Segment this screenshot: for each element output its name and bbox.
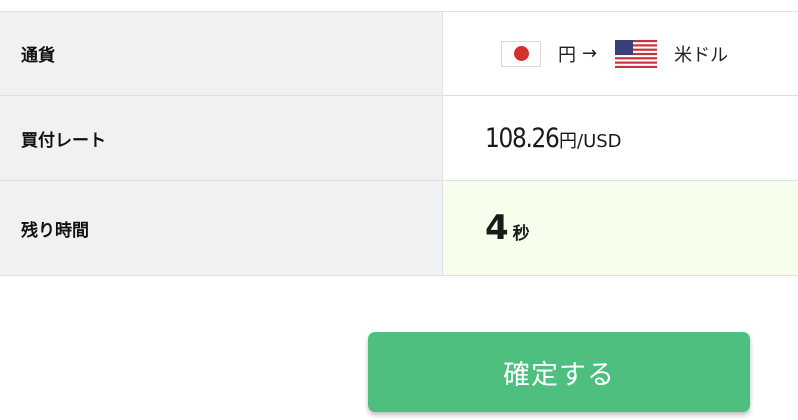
japan-flag-sun bbox=[513, 46, 529, 61]
us-flag-red-stripe bbox=[615, 65, 658, 68]
countdown: 4 秒 bbox=[443, 208, 530, 248]
countdown-unit: 秒 bbox=[512, 224, 530, 244]
rate-unit: 円/USD bbox=[559, 130, 622, 152]
remaining-time-label: 残り時間 bbox=[0, 181, 443, 275]
us-flag-canton bbox=[615, 39, 634, 55]
currency-label: 通貨 bbox=[0, 12, 443, 95]
order-summary-table: 通貨 円 → 米ドル 買付レート 108.26 円/USD 残り時間 4 秒 bbox=[0, 12, 798, 276]
rate-display: 108.26 円/USD bbox=[443, 123, 622, 154]
remaining-time-row: 残り時間 4 秒 bbox=[0, 181, 798, 276]
remaining-time-value: 4 秒 bbox=[443, 181, 798, 275]
us-flag-icon bbox=[615, 39, 658, 68]
from-currency: 円 bbox=[558, 44, 576, 66]
countdown-number: 4 bbox=[485, 208, 509, 248]
arrow-icon: → bbox=[582, 43, 598, 64]
rate-number: 108.26 bbox=[485, 122, 560, 154]
currency-pair: 円 → 米ドル bbox=[443, 39, 729, 68]
to-currency: 米ドル bbox=[674, 44, 729, 66]
currency-row: 通貨 円 → 米ドル bbox=[0, 12, 798, 96]
us-flag-red-stripe bbox=[615, 61, 658, 64]
fx-confirm-page: 通貨 円 → 米ドル 買付レート 108.26 円/USD 残り時間 4 秒 確… bbox=[0, 0, 798, 420]
rate-value: 108.26 円/USD bbox=[443, 96, 798, 180]
us-flag-red-stripe bbox=[615, 56, 658, 59]
japan-flag-icon bbox=[501, 40, 541, 67]
rate-row: 買付レート 108.26 円/USD bbox=[0, 96, 798, 181]
currency-value: 円 → 米ドル bbox=[443, 12, 798, 95]
rate-label: 買付レート bbox=[0, 96, 443, 180]
confirm-button[interactable]: 確定する bbox=[368, 332, 750, 412]
